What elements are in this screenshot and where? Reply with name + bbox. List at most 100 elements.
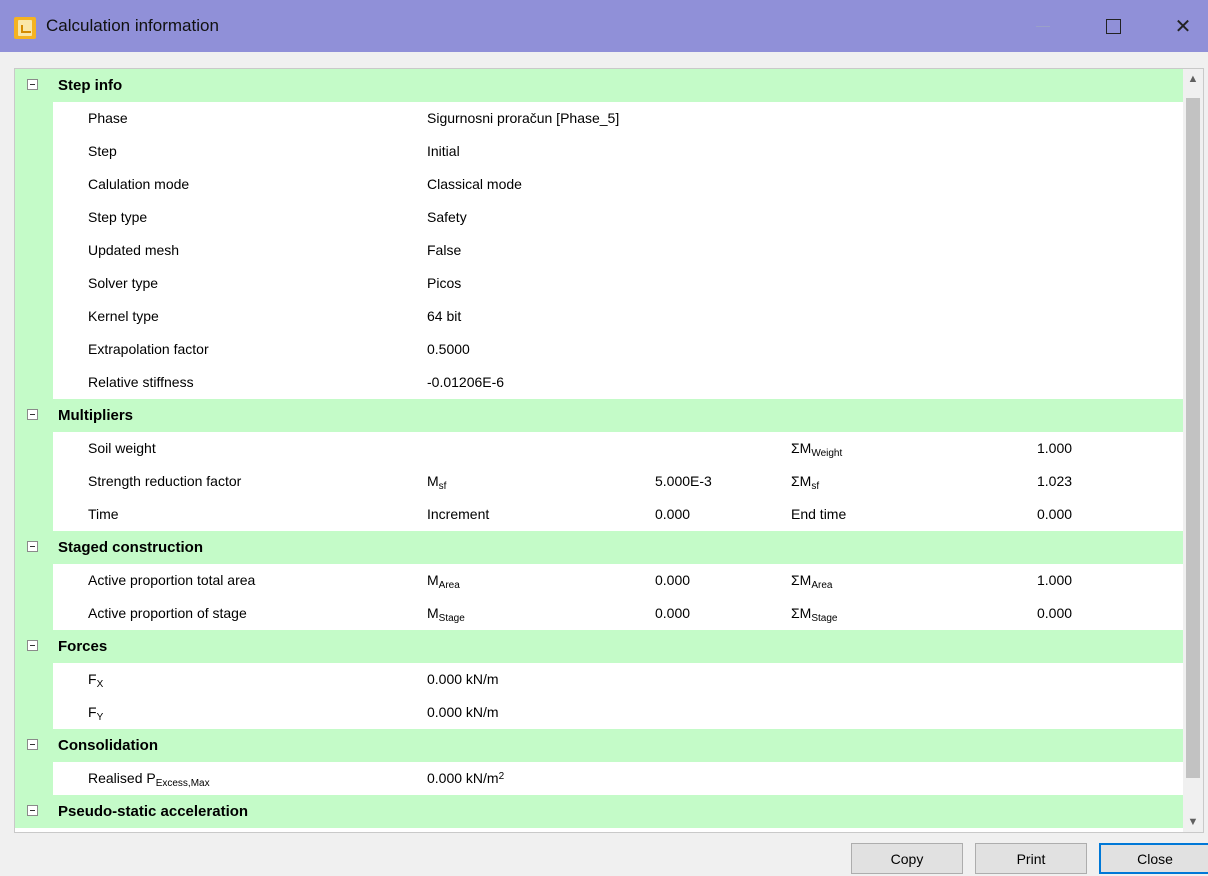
sum-value: 1.000 [1037, 440, 1073, 456]
table-row: FX 0.000 kN/m [15, 663, 1183, 696]
row-label: Realised PExcess,Max [88, 770, 210, 789]
sum-symbol: End time [791, 506, 847, 522]
sum-value: 0.000 [1037, 605, 1073, 621]
section-title: Forces [58, 638, 108, 655]
row-value: 64 bit [427, 308, 462, 324]
row-label: Relative stiffness [88, 374, 194, 390]
section-title: Multipliers [58, 407, 134, 424]
sum-symbol: ΣMWeight [791, 440, 843, 459]
sum-value: 0.000 [1037, 506, 1073, 522]
info-tree: Step info Phase Sigurnosni proračun [Phas… [15, 69, 1183, 828]
row-label: FX [88, 671, 104, 690]
collapse-icon[interactable] [27, 805, 38, 816]
row-value: Initial [427, 143, 460, 159]
multiplier-value: 0.000 [655, 605, 691, 621]
table-row: Realised PExcess,Max 0.000 kN/m2 [15, 762, 1183, 795]
row-value: 0.000 kN/m2 [427, 770, 505, 786]
section-staged-construction[interactable]: Staged construction [15, 531, 1183, 564]
sum-value: 1.000 [1037, 572, 1073, 588]
section-multipliers[interactable]: Multipliers [15, 399, 1183, 432]
scroll-thumb[interactable] [1186, 98, 1200, 778]
sum-symbol: ΣMsf [791, 473, 820, 492]
table-row: Active proportion of stage MStage 0.000 … [15, 597, 1183, 630]
row-value: Picos [427, 275, 462, 291]
row-label: Updated mesh [88, 242, 180, 258]
multiplier-symbol: MStage [427, 605, 465, 624]
sum-symbol: ΣMArea [791, 572, 833, 591]
section-title: Pseudo-static acceleration [58, 803, 249, 820]
section-consolidation[interactable]: Consolidation [15, 729, 1183, 762]
close-button[interactable]: Close [1099, 843, 1208, 874]
row-value: 0.000 kN/m [427, 671, 499, 687]
table-row: Soil weight ΣMWeight 1.000 [15, 432, 1183, 465]
copy-button[interactable]: Copy [851, 843, 963, 874]
row-label: Kernel type [88, 308, 159, 324]
close-window-button[interactable]: ✕ [1153, 0, 1208, 52]
calculation-information-window: Calculation information ✕ Step info Phas… [0, 0, 1208, 876]
print-button[interactable]: Print [975, 843, 1087, 874]
section-title: Consolidation [58, 737, 158, 754]
collapse-icon[interactable] [27, 541, 38, 552]
section-title: Staged construction [58, 539, 204, 556]
table-row: Step type Safety [15, 201, 1183, 234]
section-pseudo-static-acceleration[interactable]: Pseudo-static acceleration [15, 795, 1183, 828]
multiplier-symbol: Msf [427, 473, 447, 492]
row-label: Extrapolation factor [88, 341, 209, 357]
title-bar[interactable]: Calculation information ✕ [0, 0, 1208, 52]
table-row: Time Increment 0.000 End time 0.000 [15, 498, 1183, 531]
row-label: FY [88, 704, 104, 723]
maximize-button[interactable] [1083, 0, 1143, 52]
table-row: Step Initial [15, 135, 1183, 168]
row-label: Strength reduction factor [88, 473, 242, 489]
row-value: 0.5000 [427, 341, 470, 357]
close-icon: ✕ [1174, 15, 1192, 38]
window-title: Calculation information [46, 16, 219, 35]
table-row: Kernel type 64 bit [15, 300, 1183, 333]
table-row: Relative stiffness -0.01206E-6 [15, 366, 1183, 399]
multiplier-value: 0.000 [655, 572, 691, 588]
table-row: Extrapolation factor 0.5000 [15, 333, 1183, 366]
multiplier-symbol: MArea [427, 572, 460, 591]
row-label: Phase [88, 110, 128, 126]
minimize-icon [1036, 25, 1050, 27]
multiplier-value: 5.000E-3 [655, 473, 712, 489]
collapse-icon[interactable] [27, 409, 38, 420]
row-label: Active proportion total area [88, 572, 256, 588]
minimize-button[interactable] [1013, 0, 1073, 52]
sum-value: 1.023 [1037, 473, 1073, 489]
scroll-up-icon[interactable]: ▲ [1183, 69, 1203, 89]
multiplier-value: 0.000 [655, 506, 691, 522]
row-label: Soil weight [88, 440, 156, 456]
scroll-down-icon[interactable]: ▼ [1183, 812, 1203, 832]
table-row: FY 0.000 kN/m [15, 696, 1183, 729]
table-row: Strength reduction factor Msf 5.000E-3 Σ… [15, 465, 1183, 498]
row-label: Active proportion of stage [88, 605, 247, 621]
row-label: Step type [88, 209, 148, 225]
row-value: -0.01206E-6 [427, 374, 505, 390]
table-row: Phase Sigurnosni proračun [Phase_5] [15, 102, 1183, 135]
row-value: False [427, 242, 462, 258]
row-value: 0.000 kN/m [427, 704, 499, 720]
vertical-scrollbar[interactable]: ▲ ▼ [1183, 69, 1203, 832]
maximize-icon [1105, 18, 1121, 34]
row-label: Solver type [88, 275, 159, 291]
table-row: Solver type Picos [15, 267, 1183, 300]
row-label: Calulation mode [88, 176, 190, 192]
row-label: Step [88, 143, 117, 159]
row-value: Sigurnosni proračun [Phase_5] [427, 110, 620, 126]
multiplier-symbol: Increment [427, 506, 490, 522]
collapse-icon[interactable] [27, 79, 38, 90]
section-forces[interactable]: Forces [15, 630, 1183, 663]
collapse-icon[interactable] [27, 739, 38, 750]
table-row: Active proportion total area MArea 0.000… [15, 564, 1183, 597]
collapse-icon[interactable] [27, 640, 38, 651]
row-label: Time [88, 506, 119, 522]
app-icon [14, 17, 36, 39]
table-row: Calulation mode Classical mode [15, 168, 1183, 201]
section-step-info[interactable]: Step info [15, 69, 1183, 102]
row-value: Classical mode [427, 176, 522, 192]
info-tree-panel: Step info Phase Sigurnosni proračun [Phas… [14, 68, 1204, 833]
section-title: Step info [58, 77, 123, 94]
sum-symbol: ΣMStage [791, 605, 838, 624]
row-value: Safety [427, 209, 467, 225]
